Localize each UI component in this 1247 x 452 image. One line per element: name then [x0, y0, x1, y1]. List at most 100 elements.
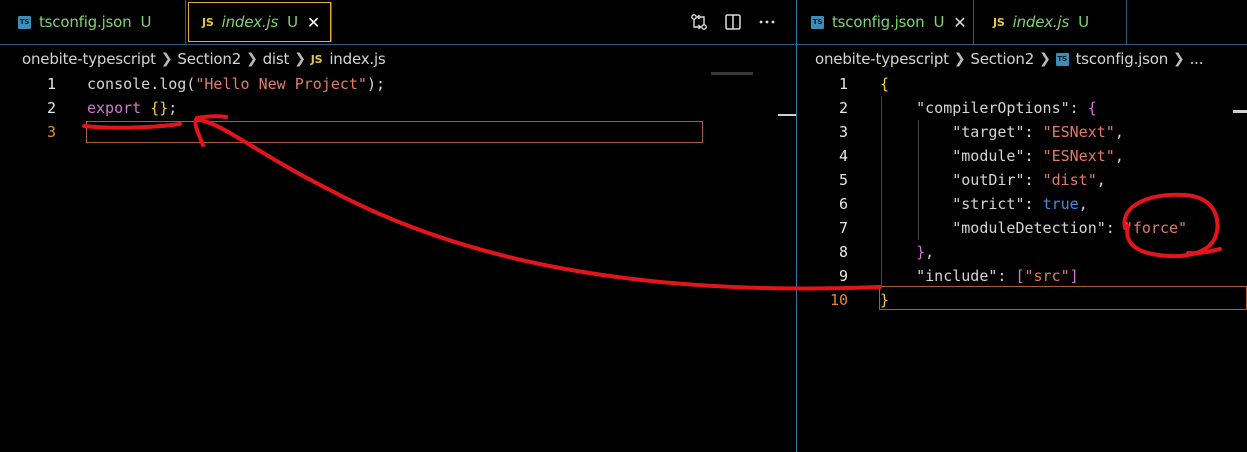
code-text: "compilerOptions": {: [880, 96, 1097, 120]
chevron-right-icon: ❯: [953, 51, 966, 67]
code-text: "moduleDetection": "force": [880, 216, 1187, 240]
breadcrumb-item[interactable]: onebite-typescript: [815, 50, 949, 68]
code-editor[interactable]: 1 console.log("Hello New Project"); 2 expor…: [0, 72, 796, 452]
line-number: 1: [46, 75, 56, 93]
code-line[interactable]: 3 "target": "ESNext",: [797, 120, 1247, 144]
code-token: ,: [925, 243, 935, 261]
line-number: 3: [46, 123, 56, 141]
scrollbar-marker[interactable]: [778, 114, 796, 116]
code-line[interactable]: 9 "include": ["src"]: [797, 264, 1247, 288]
code-token: "moduleDetection":: [880, 219, 1124, 237]
code-text: "strict": true,: [880, 192, 1087, 216]
close-icon[interactable]: ✕: [953, 13, 966, 32]
breadcrumb-item[interactable]: index.js: [329, 50, 385, 68]
code-token: "force": [1123, 219, 1188, 237]
code-token: "module":: [880, 147, 1043, 165]
line-number: 7: [838, 219, 848, 237]
code-line[interactable]: 8 },: [797, 240, 1247, 264]
code-text: },: [880, 240, 934, 264]
scrollbar-marker[interactable]: [1233, 110, 1247, 113]
code-token: true: [1042, 195, 1079, 213]
code-token: }: [880, 291, 890, 309]
code-text: export {};: [87, 96, 177, 120]
ts-file-icon: TS: [18, 15, 31, 29]
code-token: "src": [1024, 267, 1070, 285]
code-token: "dist": [1042, 171, 1097, 189]
split-editor-icon[interactable]: [716, 0, 750, 44]
code-line[interactable]: 6 "strict": true,: [797, 192, 1247, 216]
minimap[interactable]: [711, 72, 753, 75]
code-token: "Hello New Project": [195, 75, 367, 93]
code-token: ,: [1114, 123, 1124, 141]
chevron-right-icon: ❯: [1173, 51, 1185, 67]
code-line[interactable]: 1 console.log("Hello New Project");: [0, 72, 796, 96]
code-token: ]: [1069, 267, 1079, 285]
code-line[interactable]: 7 "moduleDetection": "force": [797, 216, 1247, 240]
js-file-icon: JS: [202, 15, 214, 29]
code-editor[interactable]: 1{2 "compilerOptions": {3 "target": "ESN…: [797, 72, 1247, 452]
more-actions-icon[interactable]: [750, 0, 784, 44]
code-text: "include": ["src"]: [880, 264, 1079, 288]
line-number: 3: [838, 123, 848, 141]
code-line[interactable]: 2 export {};: [0, 96, 796, 120]
tab-label: index.js: [221, 13, 279, 31]
code-token: {: [880, 75, 890, 93]
code-token: }: [916, 243, 926, 261]
left-tab-bar: TS tsconfig.json U JS index.js U ✕: [0, 0, 796, 45]
editor-actions: [682, 0, 784, 44]
untracked-badge: U: [140, 13, 152, 31]
code-line[interactable]: 1{: [797, 72, 1247, 96]
chevron-right-icon: ❯: [1039, 51, 1051, 67]
code-text: "outDir": "dist",: [880, 168, 1106, 192]
tab-index-js[interactable]: JS index.js U: [975, 0, 1127, 44]
chevron-right-icon: ❯: [246, 51, 258, 67]
breadcrumb-item[interactable]: Section2: [970, 50, 1034, 68]
breadcrumb: onebite-typescript ❯ Section2 ❯ dist ❯ J…: [0, 46, 796, 72]
code-token: "target":: [880, 123, 1043, 141]
right-tab-bar: TS tsconfig.json U ✕ JS index.js U: [797, 0, 1247, 45]
js-file-icon: JS: [993, 15, 1005, 29]
breadcrumb-item[interactable]: onebite-typescript: [22, 50, 156, 68]
line-number: 1: [838, 75, 848, 93]
code-token: {: [1087, 99, 1097, 117]
code-token: ,: [1114, 147, 1124, 165]
code-line[interactable]: 10}: [797, 288, 1247, 312]
breadcrumb-item[interactable]: ...: [1190, 50, 1204, 68]
breadcrumb-item[interactable]: tsconfig.json: [1076, 50, 1169, 68]
code-token: "outDir":: [880, 171, 1043, 189]
code-token: "include":: [880, 267, 1016, 285]
code-line[interactable]: 2 "compilerOptions": {: [797, 96, 1247, 120]
tab-index-js[interactable]: JS index.js U ✕: [188, 2, 332, 42]
untracked-badge: U: [933, 13, 945, 31]
code-line[interactable]: 5 "outDir": "dist",: [797, 168, 1247, 192]
breadcrumb-item[interactable]: Section2: [177, 50, 241, 68]
line-number: 10: [829, 291, 848, 309]
breadcrumb: onebite-typescript ❯ Section2 ❯ TS tscon…: [797, 46, 1247, 72]
line-number: 6: [838, 195, 848, 213]
code-token: [: [1015, 267, 1025, 285]
code-token: export: [87, 99, 142, 117]
ts-file-icon: TS: [1055, 52, 1069, 66]
tab-tsconfig-json[interactable]: TS tsconfig.json U: [0, 0, 186, 44]
code-line[interactable]: 4 "module": "ESNext",: [797, 144, 1247, 168]
js-file-icon: JS: [310, 52, 323, 66]
code-token: {}: [150, 99, 169, 117]
code-line[interactable]: 3: [0, 120, 796, 144]
code-token: ;: [168, 99, 178, 117]
untracked-badge: U: [287, 13, 298, 31]
code-token: "strict":: [880, 195, 1043, 213]
tab-label: tsconfig.json: [39, 13, 132, 31]
code-token: "ESNext": [1042, 147, 1115, 165]
breadcrumb-item[interactable]: dist: [263, 50, 290, 68]
line-number: 5: [838, 171, 848, 189]
code-text: console.log("Hello New Project");: [87, 72, 385, 96]
line-number: 9: [838, 267, 848, 285]
code-text: {: [880, 72, 889, 96]
close-icon[interactable]: ✕: [307, 13, 320, 32]
tab-tsconfig-json[interactable]: TS tsconfig.json U ✕: [797, 0, 974, 44]
tab-label: tsconfig.json: [832, 13, 925, 31]
line-number: 2: [838, 99, 848, 117]
compare-changes-icon[interactable]: [682, 0, 716, 44]
code-token: );: [366, 75, 386, 93]
